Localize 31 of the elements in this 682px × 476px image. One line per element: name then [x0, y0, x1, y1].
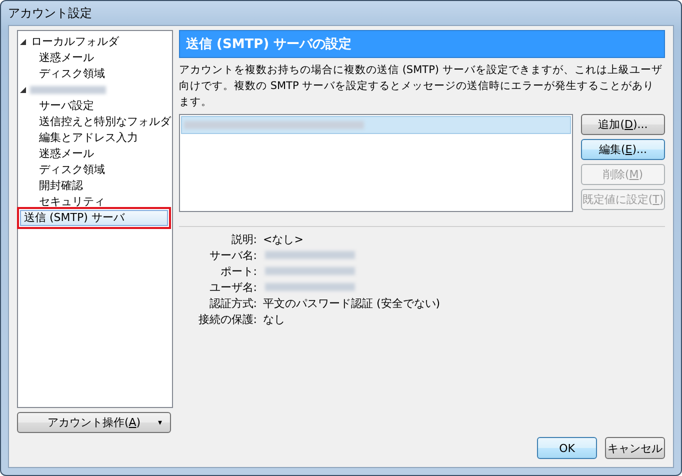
detail-label: 説明:	[230, 232, 257, 246]
account-actions-button[interactable]: アカウント操作(A) ▾	[17, 412, 171, 433]
tree-item[interactable]: 送信控えと特別なフォルダ	[36, 115, 174, 129]
detail-value: なし	[263, 312, 285, 326]
tree-item[interactable]: 送信 (SMTP) サーバ	[20, 210, 168, 226]
tree-item[interactable]: ディスク領域	[36, 163, 108, 177]
tree-item[interactable]: 開封確認	[36, 179, 86, 193]
detail-value: <なし>	[263, 232, 304, 246]
server-action-button[interactable]: 編集(E)...	[581, 139, 665, 160]
dialog-button[interactable]: キャンセル	[605, 437, 665, 459]
tree-item[interactable]: セキュリティ	[36, 195, 108, 209]
dialog-button[interactable]: OK	[537, 437, 597, 459]
tree-item[interactable]: 編集とアドレス入力	[36, 131, 141, 145]
panel-description: アカウントを複数お持ちの場合に複数の送信 (SMTP) サーバを設定できますが、これは上級ユーザ向けです。複数の SMTP サーバを設定するとメッセージの送信時にエラーが発生することがあります。	[179, 63, 664, 110]
tree-item[interactable]: 迷惑メール	[36, 147, 97, 161]
detail-label: ユーザ名:	[208, 280, 257, 294]
expand-arrow-icon[interactable]	[20, 87, 28, 93]
detail-label: 認証方式:	[208, 296, 257, 310]
tree-item[interactable]: サーバ設定	[36, 99, 97, 113]
caret-icon: ▾	[158, 418, 162, 427]
detail-label: ポート:	[219, 264, 257, 278]
panel-header: 送信 (SMTP) サーバの設定	[179, 30, 665, 58]
server-action-button[interactable]: 追加(D)...	[581, 114, 665, 135]
tree-item[interactable]: ディスク領域	[36, 67, 108, 81]
tree-item[interactable]: ローカルフォルダ	[28, 35, 122, 49]
expand-arrow-icon[interactable]	[20, 39, 28, 45]
tree-item[interactable]: 迷惑メール	[36, 51, 97, 65]
detail-label: 接続の保護:	[197, 312, 257, 326]
detail-label: サーバ名:	[208, 248, 257, 262]
window-title: アカウント設定	[8, 4, 92, 22]
detail-value: 平文のパスワード認証 (安全でない)	[263, 296, 440, 310]
